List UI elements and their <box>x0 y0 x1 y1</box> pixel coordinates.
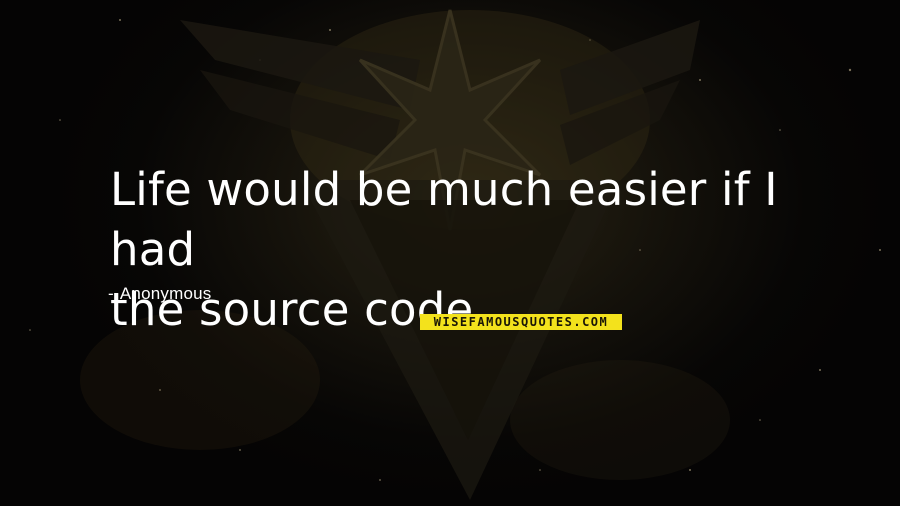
quote-text: Life would be much easier if I had the s… <box>110 160 850 340</box>
quote-line-1: Life would be much easier if I had <box>110 163 778 276</box>
author-name: Anonymous <box>119 284 212 303</box>
author-dash: - <box>108 284 114 303</box>
quote-card: Life would be much easier if I had the s… <box>0 0 900 506</box>
site-watermark: WISEFAMOUSQUOTES.COM <box>420 314 622 330</box>
quote-author: - Anonymous <box>108 284 211 304</box>
quote-block: Life would be much easier if I had the s… <box>110 160 850 340</box>
